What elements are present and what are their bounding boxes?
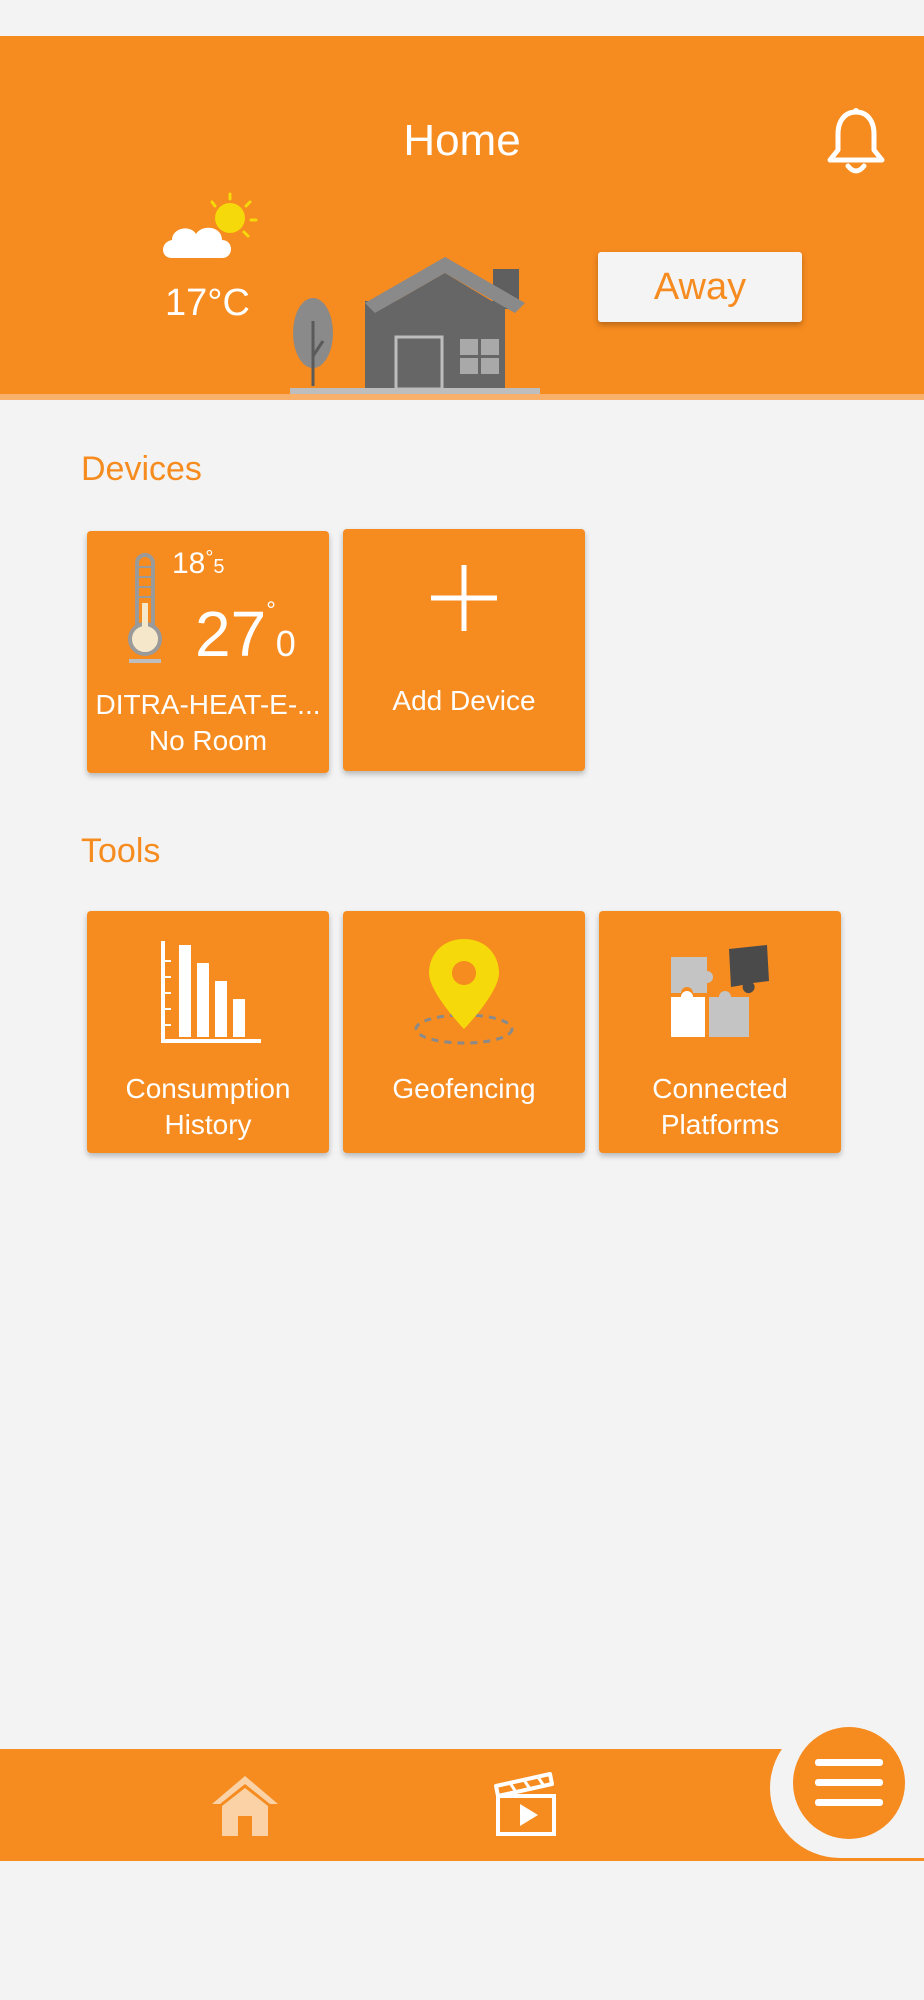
menu-button[interactable] bbox=[793, 1727, 905, 1839]
current-temperature-dec: 5 bbox=[213, 556, 225, 578]
page-title: Home bbox=[403, 116, 521, 165]
set-degree-symbol: ° bbox=[266, 597, 276, 624]
set-temperature-dec: 0 bbox=[275, 623, 296, 664]
connected-platforms-tile[interactable]: Connected Platforms bbox=[599, 911, 841, 1153]
device-room: No Room bbox=[148, 725, 268, 756]
consumption-history-tile[interactable]: Consumption History bbox=[87, 911, 329, 1153]
house-illustration bbox=[290, 257, 540, 394]
add-device-label: Add Device bbox=[392, 685, 536, 716]
header-banner: Home 17°C Away bbox=[0, 36, 924, 394]
puzzle-icon bbox=[671, 945, 769, 1037]
add-device-tile[interactable]: Add Device bbox=[343, 529, 585, 771]
devices-section-title: Devices bbox=[81, 450, 202, 488]
thermometer-icon bbox=[128, 553, 162, 663]
bell-icon[interactable] bbox=[822, 106, 890, 178]
current-temperature-int: 18 bbox=[172, 547, 206, 580]
plus-icon bbox=[431, 565, 497, 631]
outdoor-temperature: 17°C bbox=[165, 282, 250, 324]
set-temperature: 27°0 bbox=[195, 597, 296, 671]
home-icon[interactable] bbox=[210, 1774, 280, 1838]
partly-cloudy-icon bbox=[163, 192, 258, 258]
consumption-history-label-2: History bbox=[164, 1109, 252, 1140]
geofencing-label: Geofencing bbox=[392, 1073, 536, 1104]
tools-section-title: Tools bbox=[81, 832, 161, 870]
away-button[interactable]: Away bbox=[598, 252, 802, 322]
menu-icon bbox=[815, 1759, 883, 1806]
location-pin-icon bbox=[414, 939, 514, 1045]
set-temperature-int: 27 bbox=[195, 598, 267, 670]
current-temperature: 18°5 bbox=[172, 547, 225, 581]
header-divider bbox=[0, 394, 924, 400]
connected-platforms-label-1: Connected bbox=[652, 1073, 788, 1104]
device-name: DITRA-HEAT-E-... bbox=[95, 689, 321, 720]
geofencing-tile[interactable]: Geofencing bbox=[343, 911, 585, 1153]
video-clapper-icon[interactable] bbox=[494, 1772, 558, 1838]
connected-platforms-label-2: Platforms bbox=[660, 1109, 780, 1140]
device-tile-thermostat[interactable]: 18°5 27°0 DITRA-HEAT-E-... No Room bbox=[87, 531, 329, 773]
consumption-history-label-1: Consumption bbox=[125, 1073, 291, 1104]
bar-chart-icon bbox=[161, 941, 261, 1043]
